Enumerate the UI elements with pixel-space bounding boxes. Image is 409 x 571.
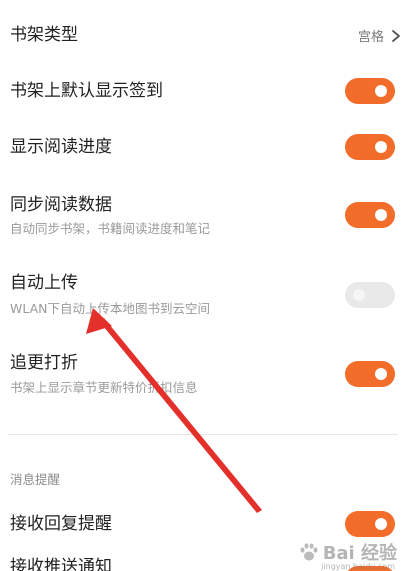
toggle-switch[interactable] [345, 511, 395, 537]
toggle-knob [375, 518, 387, 530]
setting-value: 宫格 [357, 30, 384, 45]
toggle-switch[interactable] [345, 78, 395, 104]
setting-subtitle: 自动同步书架，书籍阅读进度和笔记 [10, 221, 211, 236]
toggle-knob [375, 209, 387, 221]
setting-title: 书架类型 [10, 25, 78, 45]
setting-row-shelf-checkin: 书架上默认显示签到 [0, 70, 409, 126]
setting-title: 接收推送通知 [10, 557, 112, 571]
setting-row-shelf-type[interactable]: 书架类型 宫格 [0, 0, 409, 70]
setting-title: 自动上传 [10, 273, 78, 293]
section-header-notifications: 消息提醒 [10, 472, 61, 487]
toggle-switch[interactable] [345, 282, 395, 308]
setting-row-update-discount: 追更打折 书架上显示章节更新特价折扣信息 [0, 340, 409, 406]
toggle-switch[interactable] [345, 202, 395, 228]
baidu-jingyan-watermark: Bai 经验 jingyan.baidu.com [298, 539, 397, 571]
toggle-knob [375, 141, 387, 153]
setting-title: 追更打折 [10, 353, 78, 373]
toggle-knob [353, 289, 365, 301]
toggle-knob [375, 85, 387, 97]
setting-row-reading-progress: 显示阅读进度 [0, 126, 409, 182]
setting-subtitle: WLAN下自动上传本地图书到云空间 [10, 301, 211, 316]
watermark-subtext: jingyan.baidu.com [321, 562, 395, 571]
section-divider [8, 434, 398, 435]
setting-title: 接收回复提醒 [10, 514, 112, 534]
setting-subtitle: 书架上显示章节更新特价折扣信息 [10, 380, 198, 395]
paw-icon [300, 543, 318, 561]
setting-title: 书架上默认显示签到 [10, 81, 163, 101]
shelf-type-value[interactable]: 宫格 [358, 26, 403, 45]
toggle-switch[interactable] [345, 134, 395, 160]
setting-title: 显示阅读进度 [10, 137, 112, 157]
setting-title: 同步阅读数据 [10, 195, 112, 215]
setting-row-sync-data: 同步阅读数据 自动同步书架，书籍阅读进度和笔记 [0, 182, 409, 248]
setting-row-auto-upload: 自动上传 WLAN下自动上传本地图书到云空间 [0, 260, 409, 326]
toggle-knob [375, 368, 387, 380]
chevron-right-icon [392, 29, 400, 42]
toggle-switch[interactable] [345, 361, 395, 387]
